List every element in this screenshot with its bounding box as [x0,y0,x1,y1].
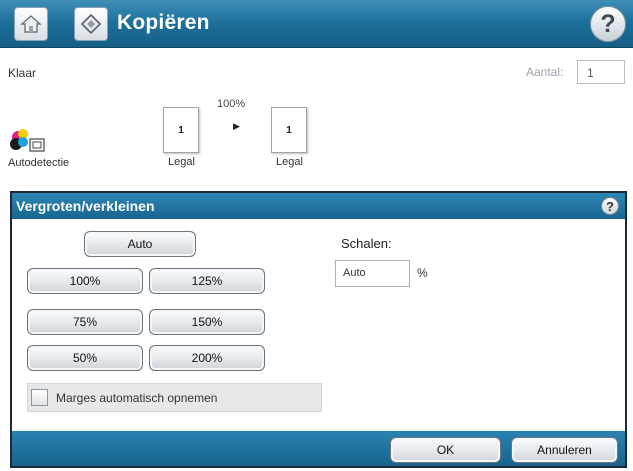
copy-status-area: Klaar Aantal: 1 100% ▶ 1 1 Legal Legal A… [0,48,633,179]
dialog-footer: OK Annuleren [12,431,625,466]
title-bar: Kopiëren ? [0,0,633,48]
color-mode-label: Autodetectie [8,157,70,169]
dialog-header: Vergroten/verkleinen ? [12,193,625,219]
scale-50-button[interactable]: 50% [27,345,143,371]
help-icon: ? [600,9,616,38]
scale-150-button[interactable]: 150% [149,309,265,335]
copy-diamond-icon [80,13,102,35]
auto-include-margins-label: Marges automatisch opnemen [56,391,218,405]
arrow-right-icon: ▶ [233,121,240,131]
auto-include-margins-checkbox[interactable] [31,389,48,406]
auto-include-margins-row[interactable]: Marges automatisch opnemen [27,383,322,412]
scale-125-button[interactable]: 125% [149,268,265,294]
source-page-icon: 1 [163,107,199,153]
color-drops-icon [10,129,45,152]
source-size-label: Legal [168,156,195,168]
destination-page-icon: 1 [271,107,307,153]
dialog-title: Vergroten/verkleinen [16,198,155,214]
home-button[interactable] [14,7,48,41]
scale-unit: % [417,266,428,280]
scale-input[interactable]: Auto [335,260,410,287]
cancel-button[interactable]: Annuleren [511,437,618,463]
copy-app-button[interactable] [74,7,108,41]
source-page-count: 1 [178,124,184,136]
page-title: Kopiëren [117,11,210,34]
ok-button[interactable]: OK [390,437,501,463]
scale-75-button[interactable]: 75% [27,309,143,335]
copies-field[interactable]: 1 [577,60,625,84]
status-text: Klaar [8,66,37,80]
scale-100-button[interactable]: 100% [27,268,143,294]
help-button[interactable]: ? [590,6,626,42]
home-icon [20,15,42,33]
help-icon: ? [606,198,614,214]
reduce-enlarge-dialog: Vergroten/verkleinen ? Auto 100% 125% 75… [10,191,627,468]
scale-200-button[interactable]: 200% [149,345,265,371]
destination-page-count: 1 [286,124,292,136]
zoom-percent: 100% [217,98,246,110]
destination-size-label: Legal [276,156,303,168]
copies-label: Aantal: [526,65,564,79]
dialog-help-button[interactable]: ? [601,197,619,215]
auto-button[interactable]: Auto [84,231,196,257]
scale-label: Schalen: [341,236,392,251]
